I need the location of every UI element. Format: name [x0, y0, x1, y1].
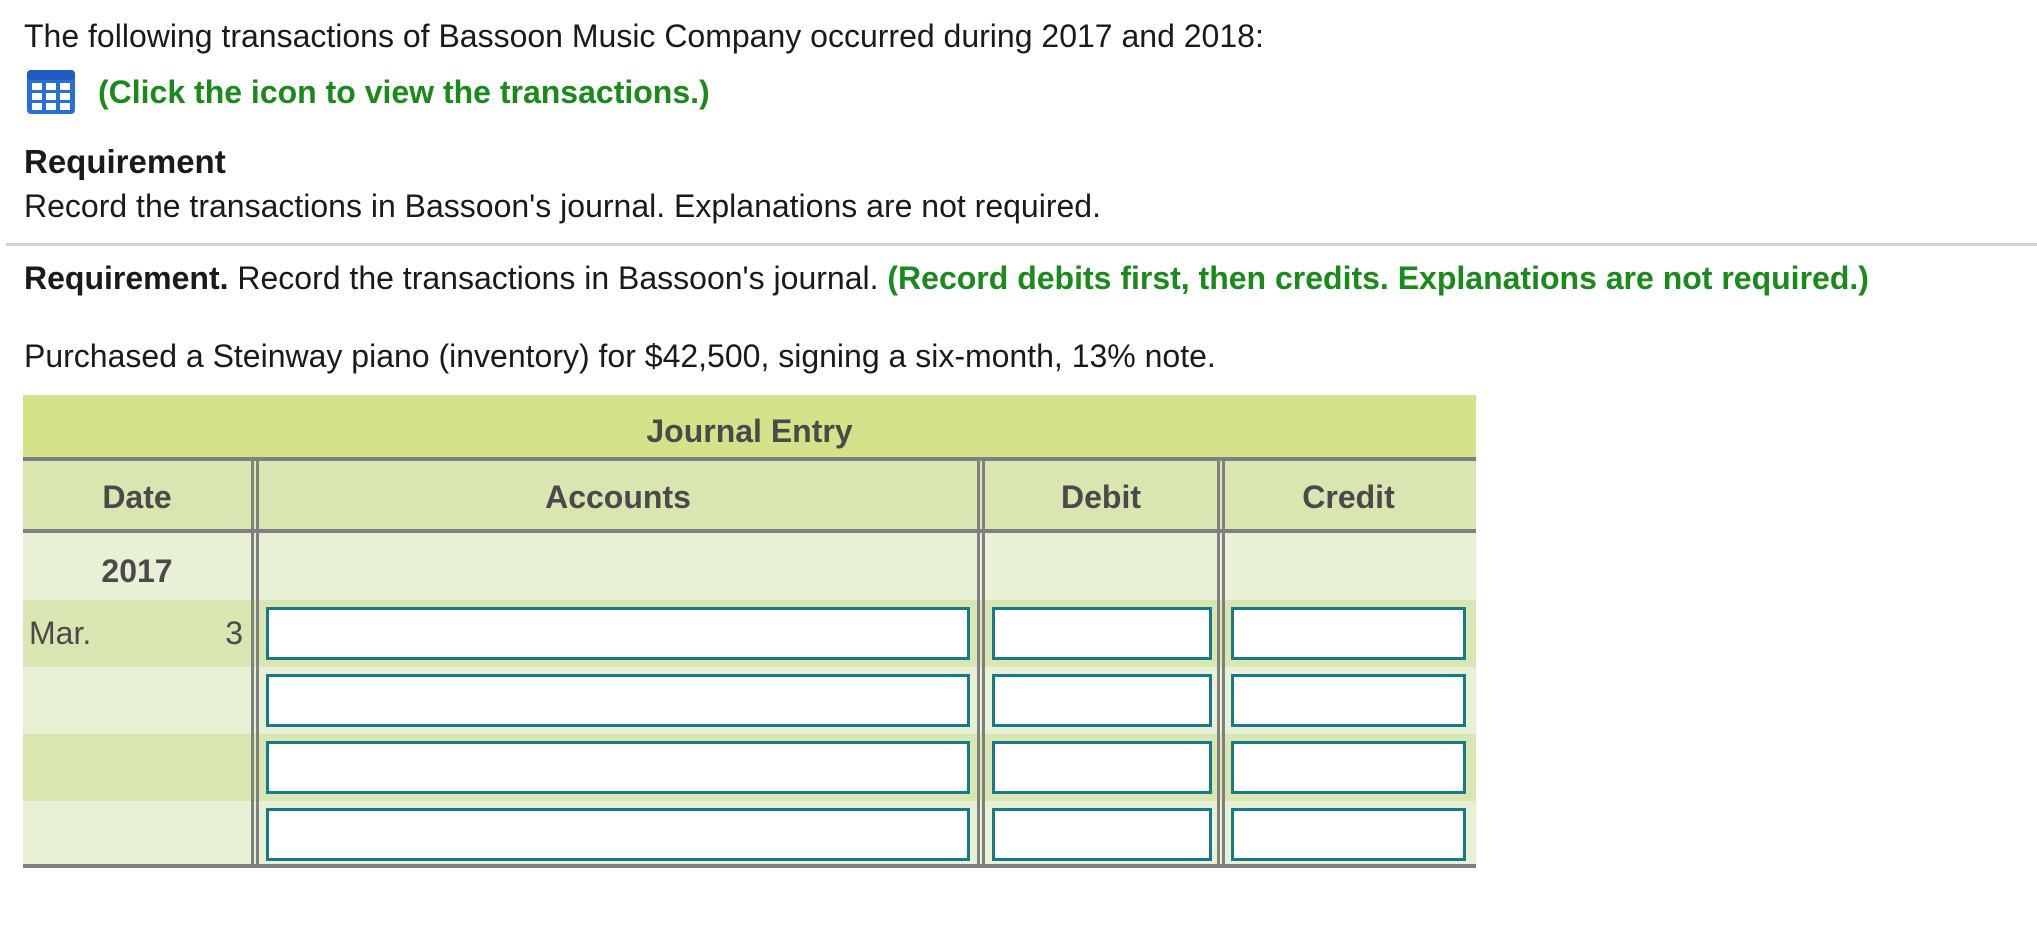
account-input[interactable]	[266, 808, 970, 861]
date-cell	[23, 801, 251, 864]
view-transactions-link[interactable]: (Click the icon to view the transactions…	[98, 74, 710, 111]
credit-input[interactable]	[1231, 741, 1466, 794]
empty-cell	[1225, 533, 1472, 600]
account-cell	[259, 801, 977, 864]
transaction-description: Purchased a Steinway piano (inventory) f…	[24, 338, 1216, 374]
requirement-note: (Record debits first, then credits. Expl…	[887, 260, 1869, 296]
empty-cell	[259, 533, 977, 600]
debit-input[interactable]	[992, 607, 1212, 660]
credit-cell	[1225, 667, 1472, 734]
requirement-text: Record the transactions in Bassoon's jou…	[24, 188, 1101, 224]
credit-input[interactable]	[1231, 674, 1466, 727]
account-input[interactable]	[266, 674, 970, 727]
section-divider	[6, 243, 2037, 246]
debit-input[interactable]	[992, 808, 1212, 861]
column-separator	[1217, 667, 1225, 734]
column-header-accounts: Accounts	[545, 479, 691, 515]
column-separator	[251, 533, 259, 600]
account-cell	[259, 600, 977, 667]
column-separator	[251, 600, 259, 667]
requirement-instruction-text: Record the transactions in Bassoon's jou…	[228, 260, 888, 296]
debit-cell	[985, 734, 1217, 801]
journal-row	[23, 801, 1476, 868]
column-separator	[977, 533, 985, 600]
account-input[interactable]	[266, 607, 970, 660]
debit-cell	[985, 801, 1217, 864]
column-separator	[251, 461, 259, 529]
journal-header-row: Date Accounts Debit Credit	[23, 461, 1476, 533]
column-separator	[1217, 600, 1225, 667]
journal-entry-table: Journal Entry Date Accounts Debit Credit…	[23, 395, 1476, 868]
column-header-date: Date	[102, 479, 172, 515]
column-separator	[977, 461, 985, 529]
column-separator	[1217, 801, 1225, 864]
column-header-credit: Credit	[1302, 479, 1395, 515]
journal-row	[23, 734, 1476, 801]
debit-cell	[985, 667, 1217, 734]
column-separator	[977, 801, 985, 864]
column-separator	[977, 600, 985, 667]
column-separator	[1217, 461, 1225, 529]
credit-input[interactable]	[1231, 808, 1466, 861]
requirement-instruction: Requirement. Record the transactions in …	[24, 256, 1869, 300]
table-icon[interactable]	[26, 69, 76, 115]
empty-cell	[985, 533, 1217, 600]
year-label: 2017	[101, 553, 173, 589]
column-separator	[977, 734, 985, 801]
account-cell	[259, 667, 977, 734]
credit-cell	[1225, 801, 1472, 864]
column-separator	[1217, 734, 1225, 801]
debit-input[interactable]	[992, 741, 1212, 794]
intro-text: The following transactions of Bassoon Mu…	[24, 18, 1264, 54]
date-cell: Mar. 3	[23, 600, 251, 667]
journal-grid: Date Accounts Debit Credit 2017 Mar. 3	[23, 461, 1476, 868]
column-separator	[977, 667, 985, 734]
date-month: Mar.	[29, 615, 92, 651]
date-cell	[23, 734, 251, 801]
column-header-debit: Debit	[1061, 479, 1141, 515]
column-separator	[251, 734, 259, 801]
column-separator	[251, 801, 259, 864]
date-day: 3	[225, 615, 243, 651]
credit-cell	[1225, 600, 1472, 667]
requirement-label: Requirement.	[24, 260, 229, 296]
journal-row: Mar. 3	[23, 600, 1476, 667]
date-cell	[23, 667, 251, 734]
debit-cell	[985, 600, 1217, 667]
column-separator	[1217, 533, 1225, 600]
column-separator	[251, 667, 259, 734]
credit-input[interactable]	[1231, 607, 1466, 660]
account-cell	[259, 734, 977, 801]
debit-input[interactable]	[992, 674, 1212, 727]
account-input[interactable]	[266, 741, 970, 794]
journal-title: Journal Entry	[23, 395, 1476, 461]
journal-year-row: 2017	[23, 533, 1476, 600]
transactions-link-row: (Click the icon to view the transactions…	[26, 68, 710, 116]
credit-cell	[1225, 734, 1472, 801]
journal-row	[23, 667, 1476, 734]
requirement-heading: Requirement	[24, 143, 226, 180]
